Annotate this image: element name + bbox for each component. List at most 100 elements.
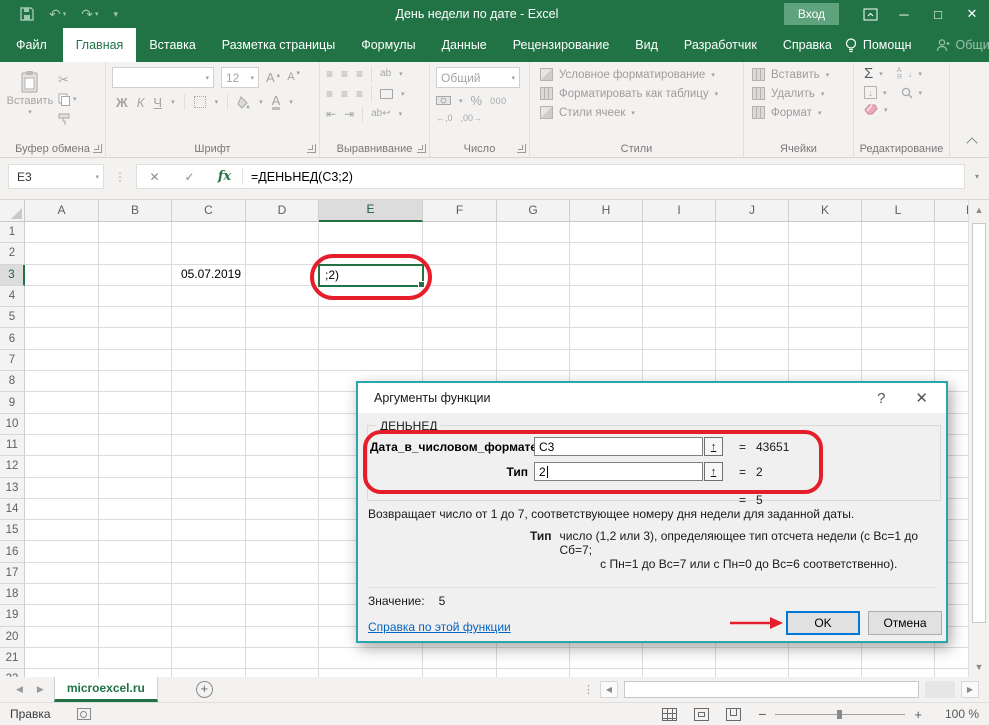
grid-cell[interactable] bbox=[25, 563, 99, 584]
function-help-link[interactable]: Справка по этой функции bbox=[368, 620, 511, 634]
grid-cell[interactable] bbox=[25, 286, 99, 307]
grid-cell[interactable] bbox=[935, 243, 968, 264]
row-header[interactable]: 15 bbox=[0, 520, 25, 541]
grid-cell[interactable] bbox=[862, 307, 935, 328]
grid-cell[interactable] bbox=[172, 307, 246, 328]
prev-sheet-icon[interactable]: ◀ bbox=[16, 684, 23, 695]
grid-cell[interactable] bbox=[99, 456, 172, 477]
page-break-view-icon[interactable] bbox=[726, 708, 741, 721]
align-left-icon[interactable]: ≡ bbox=[326, 88, 333, 100]
grid-cell[interactable] bbox=[570, 222, 643, 243]
grid-cell[interactable] bbox=[246, 669, 319, 677]
grid-cell[interactable] bbox=[172, 563, 246, 584]
grid-cell[interactable] bbox=[172, 605, 246, 626]
font-color-button[interactable]: А bbox=[272, 94, 281, 110]
grid-cell[interactable] bbox=[497, 307, 570, 328]
arg1-input[interactable]: C3 bbox=[534, 437, 703, 456]
grid-cell[interactable] bbox=[935, 307, 968, 328]
file-tab[interactable]: Файл bbox=[0, 28, 63, 62]
grid-cell[interactable] bbox=[99, 328, 172, 349]
align-center-icon[interactable]: ≡ bbox=[341, 88, 348, 100]
grid-cell[interactable] bbox=[935, 350, 968, 371]
grid-cell[interactable] bbox=[716, 307, 789, 328]
grid-cell[interactable] bbox=[99, 265, 172, 286]
cell-styles-button[interactable]: Стили ячеек▾ bbox=[540, 106, 737, 119]
grid-cell[interactable] bbox=[716, 350, 789, 371]
grid-cell[interactable] bbox=[716, 243, 789, 264]
grid-cell[interactable] bbox=[935, 328, 968, 349]
clear-button[interactable]: ▾ bbox=[864, 104, 888, 115]
row-header[interactable]: 12 bbox=[0, 456, 25, 477]
row-header[interactable]: 7 bbox=[0, 350, 25, 371]
grid-cell[interactable] bbox=[99, 350, 172, 371]
grid-cell[interactable] bbox=[99, 435, 172, 456]
delete-cells-button[interactable]: Удалить▾ bbox=[752, 87, 847, 100]
copy-button[interactable]: ▾ bbox=[58, 93, 77, 106]
conditional-formatting-button[interactable]: Условное форматирование▾ bbox=[540, 68, 737, 81]
grid-cell[interactable] bbox=[423, 350, 497, 371]
grid-cell[interactable] bbox=[172, 222, 246, 243]
grid-cell[interactable] bbox=[172, 584, 246, 605]
grid-cell[interactable] bbox=[643, 307, 716, 328]
grid-cell[interactable] bbox=[246, 541, 319, 562]
column-header[interactable]: C bbox=[172, 200, 246, 222]
number-format-combo[interactable]: Общий▾ bbox=[436, 67, 520, 88]
sort-filter-button[interactable]: АЯ↓▾ bbox=[897, 67, 922, 81]
grid-cell[interactable] bbox=[643, 286, 716, 307]
grid-cell[interactable] bbox=[570, 243, 643, 264]
grid-cell[interactable] bbox=[789, 265, 862, 286]
grid-cell[interactable] bbox=[172, 541, 246, 562]
grid-cell[interactable] bbox=[25, 307, 99, 328]
row-header[interactable]: 18 bbox=[0, 584, 25, 605]
grid-cell[interactable] bbox=[570, 307, 643, 328]
grid-cell[interactable] bbox=[862, 265, 935, 286]
column-header[interactable]: K bbox=[789, 200, 862, 222]
shrink-font-button[interactable]: А▾ bbox=[287, 72, 300, 83]
row-header[interactable]: 5 bbox=[0, 307, 25, 328]
grid-cell[interactable] bbox=[789, 243, 862, 264]
grid-cell[interactable] bbox=[246, 520, 319, 541]
select-all-corner[interactable] bbox=[0, 200, 25, 222]
wrap-text-icon[interactable]: ab↩ bbox=[371, 109, 391, 119]
grid-cell[interactable] bbox=[246, 584, 319, 605]
decrease-indent-icon[interactable]: ⇤ bbox=[326, 108, 336, 120]
row-header[interactable]: 1 bbox=[0, 222, 25, 243]
formula-text[interactable]: =ДЕНЬНЕД(C3;2) bbox=[251, 170, 353, 184]
grid-cell[interactable] bbox=[246, 648, 319, 669]
grid-cell[interactable] bbox=[246, 243, 319, 264]
column-header[interactable]: J bbox=[716, 200, 789, 222]
grid-cell[interactable] bbox=[497, 222, 570, 243]
grid-cell[interactable] bbox=[789, 222, 862, 243]
redo-button[interactable]: ↷▾ bbox=[81, 7, 98, 21]
grid-cell[interactable] bbox=[25, 222, 99, 243]
grid-cell[interactable] bbox=[246, 328, 319, 349]
grid-cell[interactable] bbox=[99, 307, 172, 328]
grid-cell[interactable] bbox=[25, 392, 99, 413]
grid-cell[interactable] bbox=[172, 414, 246, 435]
grid-cell[interactable] bbox=[172, 286, 246, 307]
grid-cell[interactable] bbox=[643, 243, 716, 264]
grid-cell[interactable] bbox=[716, 286, 789, 307]
font-name-combo[interactable]: ▾ bbox=[112, 67, 214, 88]
grid-cell[interactable] bbox=[99, 541, 172, 562]
grid-cell[interactable] bbox=[497, 648, 570, 669]
grid-cell[interactable] bbox=[246, 350, 319, 371]
column-header[interactable]: I bbox=[643, 200, 716, 222]
share-button[interactable]: Общий доступ bbox=[936, 38, 989, 52]
align-bottom-icon[interactable]: ≡ bbox=[356, 68, 363, 80]
ribbon-tab[interactable]: Данные bbox=[429, 28, 500, 62]
column-header[interactable]: L bbox=[862, 200, 935, 222]
grid-cell[interactable] bbox=[25, 265, 99, 286]
grid-cell[interactable] bbox=[570, 648, 643, 669]
row-header[interactable]: 3 bbox=[0, 265, 25, 286]
grid-cell[interactable] bbox=[99, 414, 172, 435]
merge-center-icon[interactable] bbox=[380, 89, 393, 99]
grid-cell[interactable] bbox=[497, 286, 570, 307]
grid-cell[interactable] bbox=[25, 243, 99, 264]
insert-function-icon[interactable]: fx bbox=[207, 169, 242, 184]
grid-cell[interactable] bbox=[246, 499, 319, 520]
grid-cell[interactable] bbox=[497, 328, 570, 349]
tab-split-handle[interactable]: ⋮ bbox=[583, 683, 594, 696]
grid-cell[interactable] bbox=[862, 669, 935, 677]
grid-cell[interactable] bbox=[789, 307, 862, 328]
